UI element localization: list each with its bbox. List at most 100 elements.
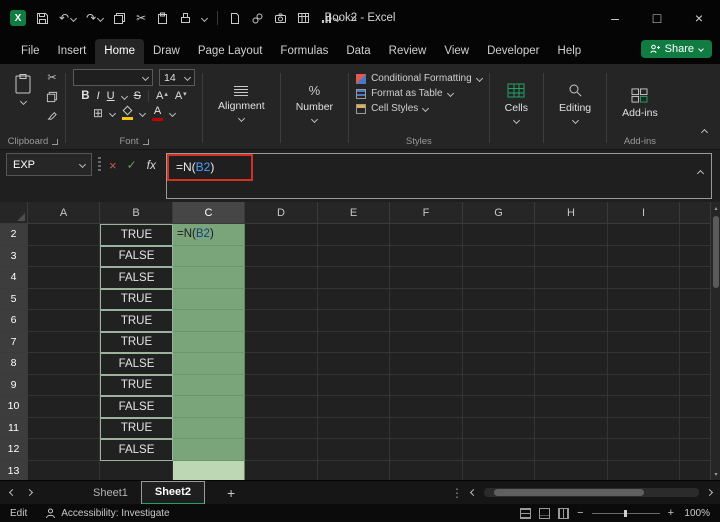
print-icon[interactable]	[179, 10, 192, 26]
cell-D11[interactable]	[245, 417, 318, 439]
previous-sheet-icon[interactable]	[8, 488, 17, 497]
ribbon-tab[interactable]: Developer	[478, 39, 548, 64]
italic-button[interactable]: I	[97, 90, 100, 102]
cell-F6[interactable]	[390, 310, 463, 332]
font-name-select[interactable]	[73, 69, 153, 86]
cell-I4[interactable]	[608, 267, 680, 289]
cell-G6[interactable]	[463, 310, 535, 332]
cell-D12[interactable]	[245, 439, 318, 461]
cell-A13[interactable]	[28, 460, 100, 480]
cell-C13[interactable]	[173, 460, 245, 480]
alignment-button[interactable]: Alignment	[210, 69, 273, 133]
cell-B12[interactable]: FALSE	[100, 439, 173, 461]
scroll-down-icon[interactable]: ▾	[711, 468, 720, 480]
link-icon[interactable]	[251, 10, 264, 26]
cell-D3[interactable]	[245, 245, 318, 267]
camera-icon[interactable]	[274, 10, 287, 26]
column-header[interactable]: H	[535, 202, 608, 224]
cell-H8[interactable]	[535, 353, 608, 375]
cell-E13[interactable]	[318, 460, 390, 480]
row-header[interactable]: 2	[0, 224, 28, 246]
cell-B13[interactable]	[100, 460, 173, 480]
cut-icon[interactable]: ✂	[47, 72, 56, 85]
row-header[interactable]: 12	[0, 439, 28, 461]
cell-B6[interactable]: TRUE	[100, 310, 173, 332]
zoom-level[interactable]: 100%	[682, 508, 710, 519]
cell-D13[interactable]	[245, 460, 318, 480]
row-header[interactable]: 9	[0, 374, 28, 396]
cell-A12[interactable]	[28, 439, 100, 461]
collapse-formula-bar-button[interactable]	[696, 163, 705, 181]
ribbon-tab[interactable]: Insert	[49, 39, 96, 64]
cells-button[interactable]: Cells	[497, 69, 536, 133]
cell-C3[interactable]	[173, 245, 245, 267]
column-header[interactable]: I	[608, 202, 680, 224]
cell-D2[interactable]	[245, 224, 318, 246]
row-header[interactable]: 4	[0, 267, 28, 289]
row-header[interactable]: 5	[0, 288, 28, 310]
close-button[interactable]: ×	[678, 0, 720, 36]
ribbon-tab[interactable]: Data	[337, 39, 379, 64]
cell-H13[interactable]	[535, 460, 608, 480]
hscroll-left-icon[interactable]	[469, 488, 478, 497]
cell-E12[interactable]	[318, 439, 390, 461]
cell-styles-button[interactable]: Cell Styles	[356, 103, 430, 114]
format-painter-icon[interactable]	[46, 108, 58, 121]
cell-G8[interactable]	[463, 353, 535, 375]
row-header[interactable]: 3	[0, 245, 28, 267]
insert-function-button[interactable]: fx	[147, 158, 156, 172]
share-button[interactable]: Share	[640, 40, 712, 58]
cell-I7[interactable]	[608, 331, 680, 353]
cell-E10[interactable]	[318, 396, 390, 418]
editing-button[interactable]: Editing	[551, 69, 599, 133]
fill-color-button[interactable]	[122, 105, 134, 120]
cell-B5[interactable]: TRUE	[100, 288, 173, 310]
cell-I8[interactable]	[608, 353, 680, 375]
more-options-icon[interactable]: ⋮	[451, 486, 463, 500]
cell-G2[interactable]	[463, 224, 535, 246]
dialog-launcher-icon[interactable]	[52, 138, 59, 145]
cell-F2[interactable]	[390, 224, 463, 246]
cell-G3[interactable]	[463, 245, 535, 267]
zoom-in-button[interactable]: +	[668, 507, 674, 519]
cell-E5[interactable]	[318, 288, 390, 310]
cell-G11[interactable]	[463, 417, 535, 439]
ribbon-tab[interactable]: Page Layout	[189, 39, 272, 64]
cell-A6[interactable]	[28, 310, 100, 332]
cell-H4[interactable]	[535, 267, 608, 289]
ribbon-tab[interactable]: File	[12, 39, 49, 64]
normal-view-icon[interactable]	[520, 507, 532, 519]
cell-F8[interactable]	[390, 353, 463, 375]
cell-D6[interactable]	[245, 310, 318, 332]
ribbon-tab[interactable]: Review	[380, 39, 436, 64]
cell-F11[interactable]	[390, 417, 463, 439]
cell-I13[interactable]	[608, 460, 680, 480]
column-header[interactable]: A	[28, 202, 100, 224]
cell-G13[interactable]	[463, 460, 535, 480]
copy-icon[interactable]	[46, 90, 58, 103]
cell-E2[interactable]	[318, 224, 390, 246]
cell-C9[interactable]	[173, 374, 245, 396]
cell-A8[interactable]	[28, 353, 100, 375]
zoom-slider[interactable]	[591, 509, 660, 517]
cell-E6[interactable]	[318, 310, 390, 332]
cell-C11[interactable]	[173, 417, 245, 439]
cell-F7[interactable]	[390, 331, 463, 353]
cell-B10[interactable]: FALSE	[100, 396, 173, 418]
cell-I5[interactable]	[608, 288, 680, 310]
cell-I9[interactable]	[608, 374, 680, 396]
decrease-font-size-button[interactable]: A ▾	[175, 90, 187, 102]
cell-H10[interactable]	[535, 396, 608, 418]
qat-dropdown-icon[interactable]	[201, 10, 209, 26]
cell-D5[interactable]	[245, 288, 318, 310]
cell-F12[interactable]	[390, 439, 463, 461]
cell-B9[interactable]: TRUE	[100, 374, 173, 396]
ribbon-tab[interactable]: Home	[95, 39, 144, 64]
underline-button[interactable]: U	[107, 90, 115, 102]
column-header[interactable]: G	[463, 202, 535, 224]
sheet-tab[interactable]: Sheet1	[80, 481, 141, 505]
redo-icon[interactable]: ↷	[86, 10, 105, 26]
cell-H7[interactable]	[535, 331, 608, 353]
cell-D9[interactable]	[245, 374, 318, 396]
cell-E7[interactable]	[318, 331, 390, 353]
